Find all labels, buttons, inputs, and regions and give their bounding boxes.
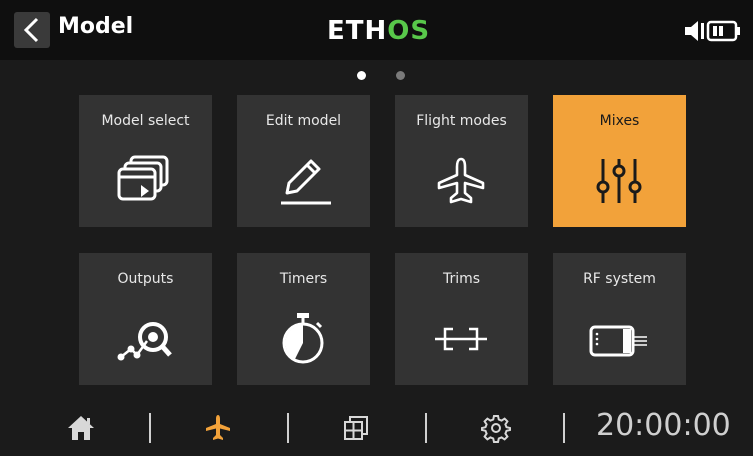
header-bar: Model ETHOS [0, 0, 753, 60]
tile-label: Trims [442, 271, 481, 287]
tile-edit-model[interactable]: Edit model [237, 95, 370, 227]
page-title: Model [58, 14, 134, 39]
trims-icon [435, 327, 487, 351]
gear-icon[interactable] [481, 413, 511, 443]
edit-pencil-icon [281, 159, 331, 205]
page-dot-1[interactable] [357, 71, 366, 80]
tile-outputs[interactable]: Outputs [79, 253, 212, 385]
tile-rf-system[interactable]: RF system [553, 253, 686, 385]
clock-display: 20:00:00 [596, 408, 731, 443]
layout-grid-icon[interactable] [341, 413, 371, 443]
tile-label: Mixes [599, 113, 640, 129]
tile-label: RF system [583, 271, 656, 287]
nav-separator [287, 413, 289, 443]
airplane-icon[interactable] [203, 413, 233, 443]
tile-label: Timers [279, 271, 328, 287]
page-dot-2[interactable] [396, 71, 405, 80]
tile-model-select[interactable]: Model select [79, 95, 212, 227]
home-icon[interactable] [66, 413, 96, 443]
tile-mixes[interactable]: Mixes [553, 95, 686, 227]
mixer-sliders-icon [596, 159, 642, 203]
tile-flight-modes[interactable]: Flight modes [395, 95, 528, 227]
outputs-icon [117, 322, 172, 361]
bottom-nav-bar: 20:00:00 [0, 405, 753, 456]
logo-text-eth: ETH [327, 16, 388, 46]
tile-label: Model select [101, 113, 190, 129]
tile-label: Outputs [117, 271, 174, 287]
chevron-left-icon [23, 17, 39, 43]
stopwatch-icon [282, 313, 324, 364]
nav-separator [425, 413, 427, 443]
model-select-icon [117, 155, 169, 201]
ethos-logo: ETHOS [327, 16, 447, 46]
nav-separator [563, 413, 565, 443]
tile-label: Flight modes [416, 113, 507, 129]
logo-text-os: OS [387, 16, 431, 46]
back-button[interactable] [14, 12, 50, 48]
tile-timers[interactable]: Timers [237, 253, 370, 385]
nav-separator [149, 413, 151, 443]
screen: Model ETHOS Model select Edit model Flig… [0, 0, 753, 456]
tile-trims[interactable]: Trims [395, 253, 528, 385]
tile-label: Edit model [265, 113, 342, 129]
rf-module-icon [589, 325, 647, 357]
status-area [683, 18, 743, 44]
airplane-icon [437, 157, 485, 204]
speaker-battery-icon [685, 20, 740, 42]
